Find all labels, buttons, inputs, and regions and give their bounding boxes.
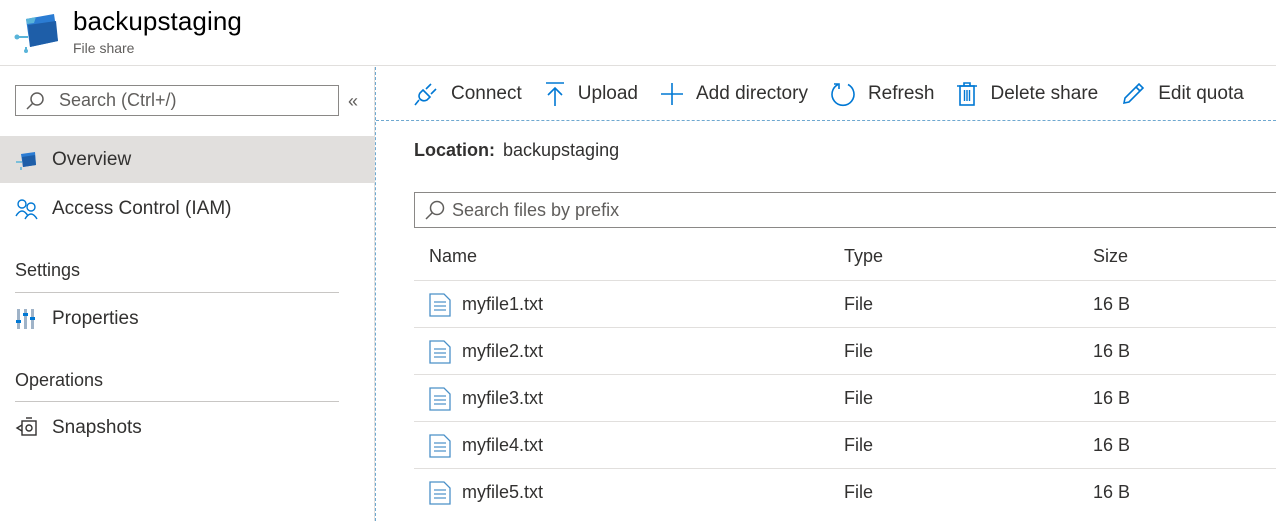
sidebar-item-label: Access Control (IAM) bbox=[52, 197, 232, 219]
file-share-icon bbox=[15, 150, 43, 170]
section-divider bbox=[15, 401, 339, 402]
delete-share-button[interactable]: Delete share bbox=[956, 74, 1098, 114]
edit-quota-label: Edit quota bbox=[1158, 83, 1244, 104]
sidebar-item-access-control[interactable]: Access Control (IAM) bbox=[0, 185, 375, 232]
section-divider bbox=[15, 292, 339, 293]
page-title: backupstaging bbox=[73, 6, 242, 36]
upload-button[interactable]: Upload bbox=[544, 74, 638, 114]
people-icon bbox=[15, 198, 43, 220]
edit-quota-button[interactable]: Edit quota bbox=[1120, 74, 1244, 114]
file-size: 16 B bbox=[1093, 482, 1131, 502]
upload-label: Upload bbox=[577, 83, 638, 104]
file-type: File bbox=[844, 294, 874, 314]
sidebar: « Overview Access Control (IAM) Settings bbox=[0, 67, 375, 521]
sidebar-item-properties[interactable]: Properties bbox=[0, 295, 375, 342]
command-bar: Connect Upload Add directory Refresh Del… bbox=[376, 67, 1276, 121]
file-name[interactable]: myfile5.txt bbox=[462, 482, 543, 503]
sidebar-item-label: Snapshots bbox=[52, 416, 142, 438]
file-size: 16 B bbox=[1093, 435, 1131, 455]
main-content: Connect Upload Add directory Refresh Del… bbox=[376, 67, 1276, 521]
file-search-box[interactable] bbox=[414, 192, 1276, 228]
location-label: Location: bbox=[414, 140, 495, 160]
text-file-icon bbox=[429, 433, 451, 458]
file-share-icon bbox=[14, 11, 60, 53]
sidebar-item-label: Properties bbox=[52, 307, 139, 329]
search-icon bbox=[425, 200, 445, 220]
file-type: File bbox=[844, 435, 874, 455]
sidebar-item-label: Overview bbox=[52, 148, 132, 170]
table-row[interactable]: myfile4.txt File 16 B bbox=[414, 421, 1276, 468]
file-name[interactable]: myfile1.txt bbox=[462, 294, 543, 315]
table-row[interactable]: myfile5.txt File 16 B bbox=[414, 468, 1276, 515]
search-icon bbox=[26, 91, 44, 110]
connect-label: Connect bbox=[451, 83, 522, 104]
text-file-icon bbox=[429, 480, 451, 505]
file-size: 16 B bbox=[1093, 341, 1131, 361]
file-type: File bbox=[844, 341, 874, 361]
pencil-icon bbox=[1123, 82, 1145, 105]
section-label-operations: Operations bbox=[15, 370, 104, 390]
sidebar-search[interactable] bbox=[15, 85, 339, 116]
refresh-icon bbox=[831, 83, 855, 107]
delete-share-label: Delete share bbox=[990, 83, 1099, 104]
file-name[interactable]: myfile4.txt bbox=[462, 435, 543, 456]
refresh-label: Refresh bbox=[867, 83, 935, 104]
file-search-input[interactable] bbox=[452, 199, 1052, 221]
file-size: 16 B bbox=[1093, 294, 1131, 314]
collapse-sidebar-icon[interactable]: « bbox=[348, 91, 358, 112]
upload-icon bbox=[545, 82, 564, 106]
sliders-icon bbox=[15, 308, 43, 330]
file-type: File bbox=[844, 388, 874, 408]
column-header-type[interactable]: Type bbox=[844, 233, 883, 280]
table-row[interactable]: myfile2.txt File 16 B bbox=[414, 327, 1276, 374]
file-type: File bbox=[844, 482, 874, 502]
snapshots-icon bbox=[15, 416, 43, 439]
sidebar-item-overview[interactable]: Overview bbox=[0, 136, 375, 183]
column-header-name[interactable]: Name bbox=[429, 233, 477, 280]
refresh-button[interactable]: Refresh bbox=[830, 74, 935, 114]
file-name[interactable]: myfile3.txt bbox=[462, 388, 543, 409]
trash-icon bbox=[957, 82, 978, 106]
plug-icon bbox=[414, 83, 437, 106]
page-subtitle: File share bbox=[73, 40, 135, 56]
connect-button[interactable]: Connect bbox=[413, 74, 522, 114]
add-directory-label: Add directory bbox=[696, 83, 808, 104]
location-value: backupstaging bbox=[503, 140, 620, 160]
text-file-icon bbox=[429, 339, 451, 364]
table-row[interactable]: myfile3.txt File 16 B bbox=[414, 374, 1276, 421]
text-file-icon bbox=[429, 292, 451, 317]
plus-icon bbox=[661, 83, 683, 105]
sidebar-search-input[interactable] bbox=[59, 90, 319, 111]
table-row[interactable]: myfile1.txt File 16 B bbox=[414, 280, 1276, 327]
section-label-settings: Settings bbox=[15, 260, 81, 280]
file-name[interactable]: myfile2.txt bbox=[462, 341, 543, 362]
page-header: backupstaging File share bbox=[0, 0, 1276, 66]
add-directory-button[interactable]: Add directory bbox=[660, 74, 808, 114]
file-size: 16 B bbox=[1093, 388, 1131, 408]
location-line: Location: backupstaging bbox=[414, 140, 619, 161]
text-file-icon bbox=[429, 386, 451, 411]
column-header-size[interactable]: Size bbox=[1093, 233, 1128, 280]
sidebar-item-snapshots[interactable]: Snapshots bbox=[0, 404, 375, 451]
